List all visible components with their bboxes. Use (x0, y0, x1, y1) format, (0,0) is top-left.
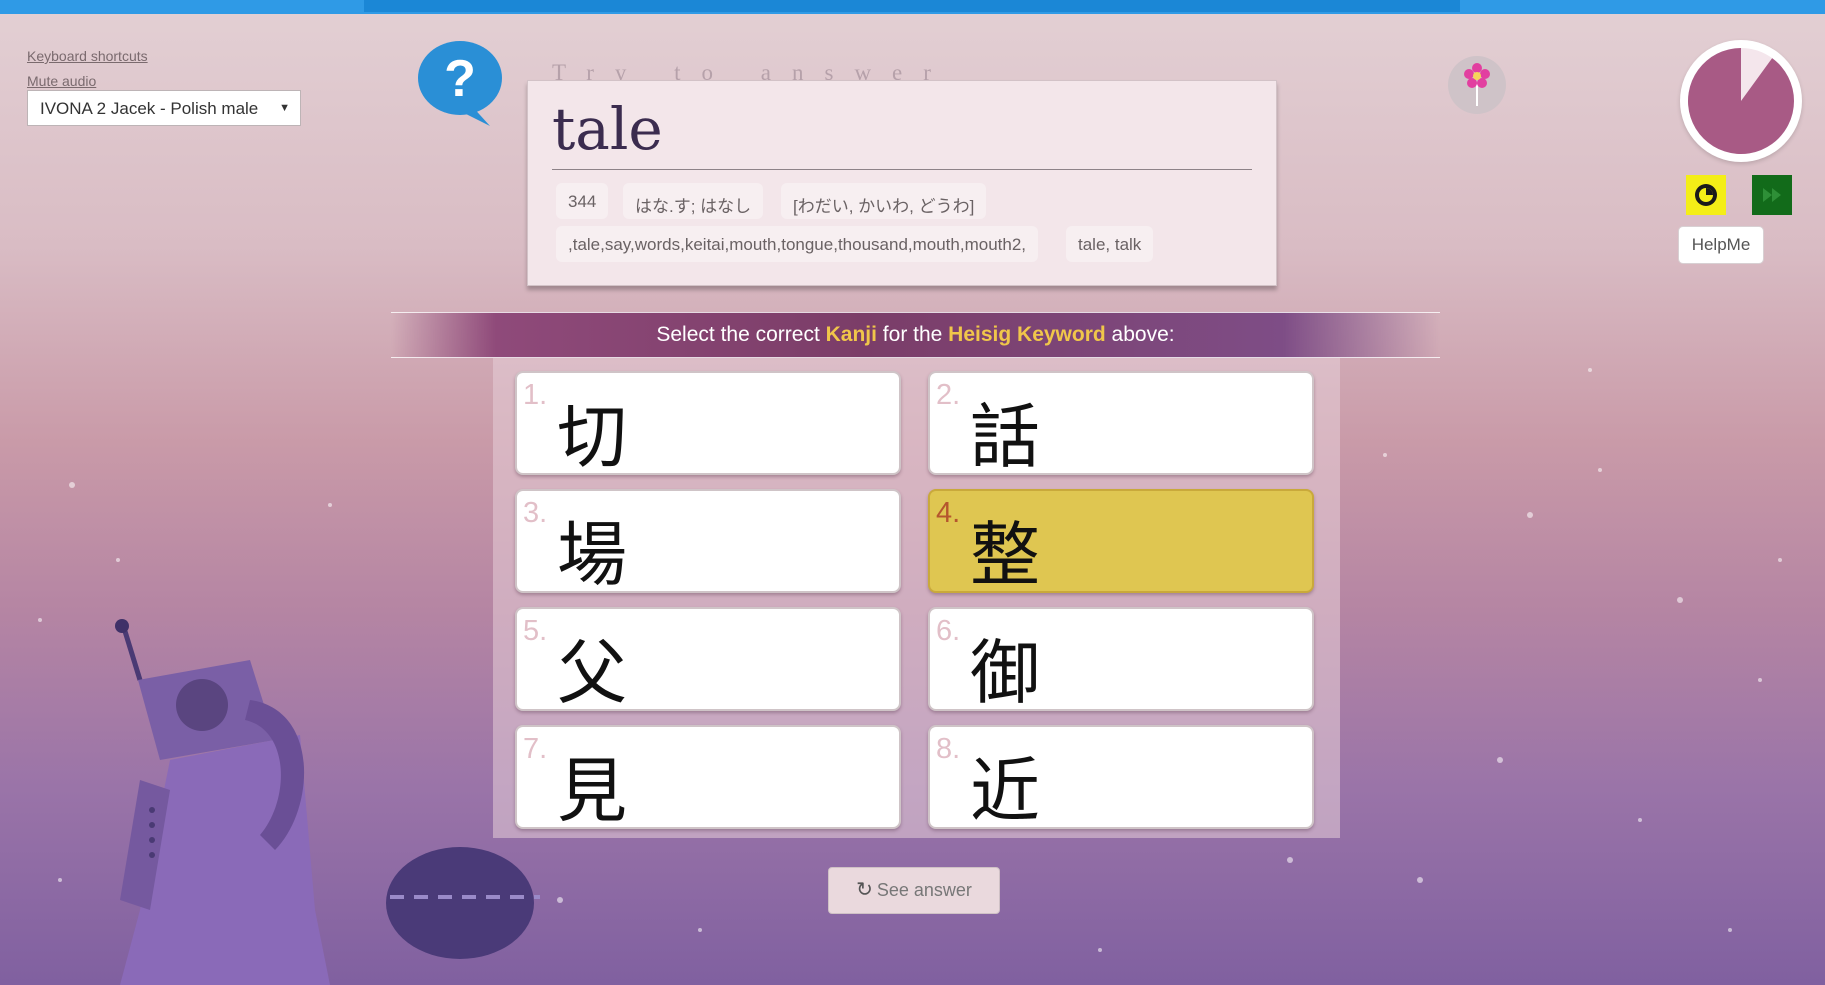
keyboard-shortcuts-link[interactable]: Keyboard shortcuts (27, 44, 148, 69)
choice-2[interactable]: 2. 話 (928, 371, 1314, 478)
flower-icon[interactable] (1448, 56, 1506, 114)
dropdown-caret-icon: ▼ (279, 102, 290, 114)
help-question-icon[interactable]: ? (414, 38, 506, 130)
instruction-text-2: for the (876, 323, 949, 346)
pause-timer-button[interactable] (1686, 175, 1726, 215)
choice-7[interactable]: 7. 見 (515, 725, 901, 832)
chip-meanings: tale, talk (1066, 226, 1154, 262)
choice-kanji: 整 (970, 514, 1040, 596)
voice-select-value: IVONA 2 Jacek - Polish male (40, 99, 259, 118)
choice-number: 6. (936, 615, 961, 647)
top-bar-inner (364, 0, 1460, 12)
keyword-card: tale 344 はな.す; はなし [わだい, かいわ, どうわ] ,tale… (527, 80, 1277, 286)
choice-number: 4. (936, 497, 961, 529)
choice-number: 5. (523, 615, 548, 647)
countdown-timer (1680, 40, 1802, 162)
browser-top-bar (0, 0, 1825, 14)
instruction-text-3: above: (1105, 323, 1175, 346)
choice-5[interactable]: 5. 父 (515, 607, 901, 714)
instruction-keyword-word: Heisig Keyword (948, 323, 1106, 346)
choice-1[interactable]: 1. 切 (515, 371, 901, 478)
clock-icon (1695, 184, 1717, 206)
helpme-button[interactable]: HelpMe (1678, 226, 1764, 264)
choice-kanji: 近 (970, 750, 1040, 832)
instruction-kanji-word: Kanji (825, 323, 877, 346)
choice-kanji: 切 (557, 396, 627, 478)
choice-kanji: 御 (970, 632, 1040, 714)
see-answer-button[interactable]: ↻ See answer (828, 867, 1000, 914)
refresh-icon: ↻ (856, 879, 873, 901)
see-answer-label: See answer (876, 880, 972, 900)
choice-number: 1. (523, 379, 548, 411)
choice-kanji: 場 (557, 514, 627, 596)
instruction-banner: Select the correct Kanji for the Heisig … (391, 312, 1440, 358)
keyword-divider (552, 169, 1252, 170)
choice-number: 7. (523, 733, 548, 765)
chip-kun-reading: はな.す; はなし (623, 183, 764, 219)
timer-fill (1688, 48, 1794, 154)
voice-select[interactable]: IVONA 2 Jacek - Polish male ▼ (27, 90, 301, 126)
choice-3[interactable]: 3. 場 (515, 489, 901, 596)
robot-illustration (115, 619, 330, 985)
choice-number: 2. (936, 379, 961, 411)
choice-number: 3. (523, 497, 548, 529)
choice-kanji: 話 (970, 396, 1040, 478)
top-left-links: Keyboard shortcuts Mute audio (27, 44, 148, 94)
chip-frame-number: 344 (556, 183, 609, 219)
choice-8[interactable]: 8. 近 (928, 725, 1314, 832)
choice-4[interactable]: 4. 整 (928, 489, 1314, 596)
instruction-text-1: Select the correct (656, 323, 826, 346)
keyword-title: tale (552, 95, 663, 163)
svg-text:?: ? (444, 50, 476, 108)
choice-kanji: 父 (557, 632, 627, 714)
chip-primitives: ,tale,say,words,keitai,mouth,tongue,thou… (556, 226, 1039, 262)
skip-button[interactable] (1752, 175, 1792, 215)
choice-kanji: 見 (557, 750, 627, 832)
chip-compounds: [わだい, かいわ, どうわ] (781, 183, 987, 219)
planet-rock-illustration (386, 847, 540, 959)
choice-number: 8. (936, 733, 961, 765)
choice-6[interactable]: 6. 御 (928, 607, 1314, 714)
fast-forward-icon (1763, 188, 1781, 202)
